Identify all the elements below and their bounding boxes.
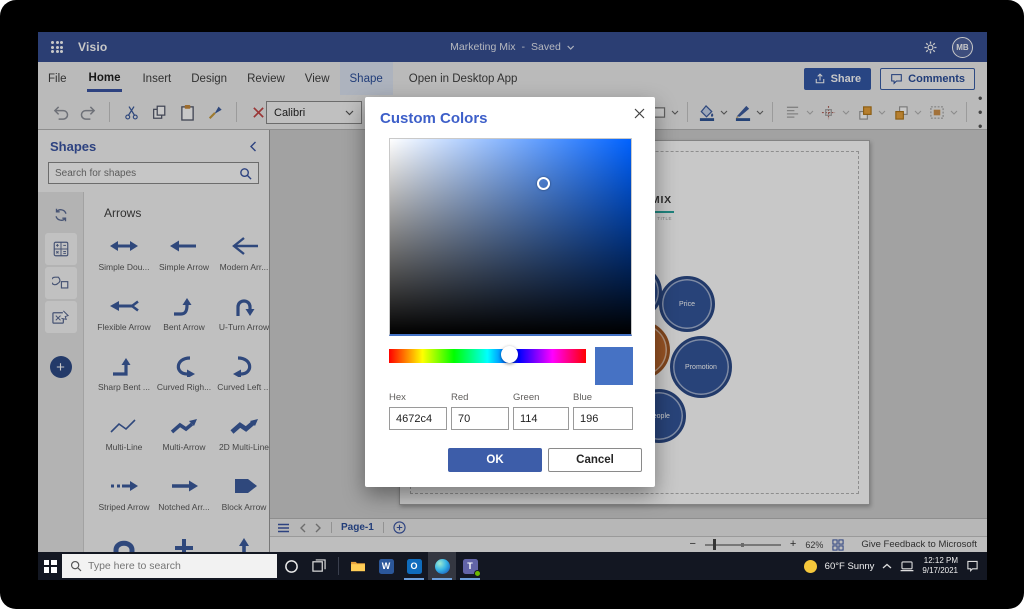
ok-button[interactable]: OK [448,448,542,472]
saturation-value-picker[interactable] [389,138,632,336]
custom-colors-dialog: Custom Colors Hex Red Green Blue OK Canc… [365,97,655,487]
blue-label: Blue [573,392,633,403]
windows-logo-icon [44,560,57,573]
edge-icon [435,559,450,574]
clock[interactable]: 12:12 PM9/17/2021 [922,556,958,577]
dialog-title: Custom Colors [380,110,488,127]
screen: Visio Marketing Mix - Saved MB File Home… [38,32,987,580]
red-label: Red [451,392,509,403]
tray-expand-icon[interactable] [882,563,892,569]
weather-icon[interactable] [804,560,817,573]
device-frame: Visio Marketing Mix - Saved MB File Home… [0,0,1024,609]
taskbar-search[interactable] [62,554,277,578]
start-button[interactable] [38,552,62,580]
hue-slider[interactable] [389,349,586,363]
hex-input[interactable] [389,407,447,430]
teams-icon: T [463,559,478,574]
hex-label: Hex [389,392,447,403]
close-dialog-button[interactable] [629,103,649,123]
network-icon[interactable] [900,561,914,572]
edge-button[interactable] [428,552,456,580]
blue-input[interactable] [573,407,633,430]
outlook-icon: O [407,559,422,574]
red-input[interactable] [451,407,509,430]
search-icon [70,560,82,572]
outlook-button[interactable]: O [400,552,428,580]
hue-slider-thumb[interactable] [501,346,518,363]
file-explorer-button[interactable] [344,552,372,580]
saturation-picker-thumb[interactable] [537,177,550,190]
green-input[interactable] [513,407,569,430]
teams-button[interactable]: T [456,552,484,580]
windows-taskbar: W O T 60°F Sunny 12:12 PM9/17/2021 [38,552,987,580]
word-button[interactable]: W [372,552,400,580]
word-icon: W [379,559,394,574]
task-view-button[interactable] [305,552,333,580]
weather-text[interactable]: 60°F Sunny [825,561,875,572]
cancel-button[interactable]: Cancel [548,448,642,472]
taskbar-search-input[interactable] [88,560,269,572]
green-label: Green [513,392,569,403]
notification-icon[interactable] [966,560,979,572]
color-swatch [595,347,633,385]
cortana-button[interactable] [277,552,305,580]
